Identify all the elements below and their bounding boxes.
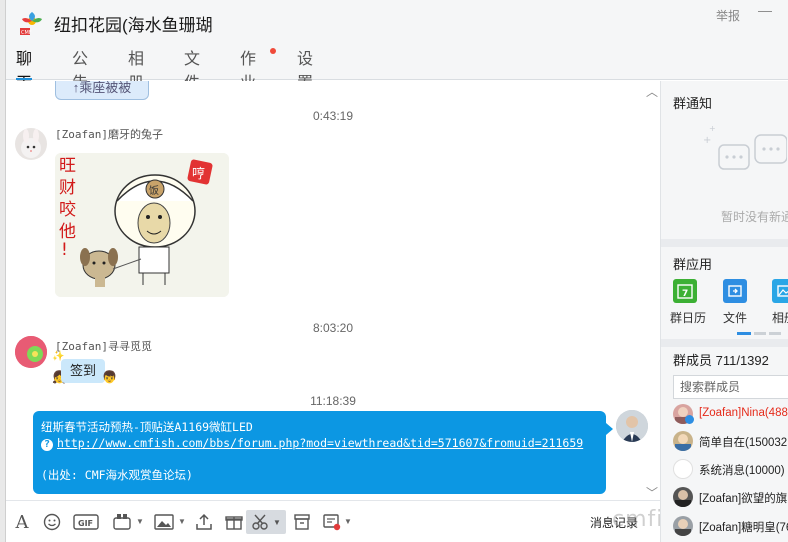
sticker-text-5: !	[61, 240, 68, 260]
bubble-tail	[606, 423, 613, 435]
calendar-icon: 7	[673, 279, 697, 303]
avatar[interactable]	[15, 128, 47, 160]
message-time: 11:18:39	[310, 394, 356, 408]
avatar	[673, 459, 693, 479]
meme-sticker-icon: 旺 财 咬 他 ! 饭 哼	[55, 153, 229, 297]
owner-badge-icon	[685, 415, 694, 424]
member-row[interactable]: [Zoafan]欲望的旗	[673, 487, 788, 509]
tab-announcement[interactable]: 公告	[72, 48, 88, 92]
member-name: 简单自在(150032	[699, 437, 788, 449]
tab-album[interactable]: 相册	[128, 48, 144, 92]
avatar	[673, 431, 693, 451]
app-files[interactable]: 文件	[720, 279, 750, 326]
divider	[661, 339, 788, 347]
upload-icon[interactable]	[192, 510, 216, 534]
previous-message-bubble: ↑乘座被被	[55, 81, 149, 100]
tab-chat[interactable]: 聊天	[16, 48, 33, 92]
tab-files[interactable]: 文件	[184, 48, 200, 92]
message-source: (出处: CMF海水观赏鱼论坛)	[41, 468, 193, 482]
tab-settings[interactable]: 设置▼	[297, 48, 313, 113]
avatar	[673, 516, 693, 536]
avatar	[673, 487, 693, 507]
svg-text:哼: 哼	[192, 166, 205, 182]
member-row[interactable]: [Zoafan]糖明皇(76	[673, 516, 788, 538]
minimize-button[interactable]: —	[758, 2, 772, 18]
svg-text:CMF: CMF	[21, 30, 32, 36]
group-logo-icon: CMF	[20, 12, 42, 36]
notice-title: 群通知	[673, 96, 713, 111]
group-title: 纽扣花园(海水鱼珊瑚	[54, 16, 213, 35]
message-link[interactable]: http://www.cmfish.com/bbs/forum.php?mod=…	[57, 436, 583, 450]
svg-text:7: 7	[682, 289, 688, 299]
rabbit-avatar-icon	[21, 129, 41, 158]
boy-emoji-icon: 👦	[102, 370, 117, 384]
gift-game-icon[interactable]	[110, 510, 134, 534]
member-row[interactable]: 系统消息(10000)	[673, 459, 788, 481]
message-time: 8:03:20	[312, 321, 354, 335]
sender-name: [Zoafan]磨牙的兔子	[55, 128, 163, 141]
archive-icon[interactable]	[290, 510, 314, 534]
chat-messages[interactable]: ↑乘座被被 ︿ 0:43:19 [Zoafan]磨牙的兔子 旺 财 咬 他 ! …	[6, 81, 660, 500]
svg-text:+: +	[709, 124, 716, 133]
report-button[interactable]: 举报	[716, 7, 740, 24]
sticker-text-1: 旺	[59, 156, 76, 176]
app-page-indicator	[737, 332, 781, 335]
folder-icon	[723, 279, 747, 303]
tab-homework[interactable]: 作业	[240, 48, 276, 92]
member-name: [Zoafan]糖明皇(76	[699, 522, 788, 534]
member-search-input[interactable]: 搜索群成员	[673, 375, 788, 399]
member-row[interactable]: 简单自在(150032	[673, 431, 788, 453]
image-icon[interactable]	[152, 510, 176, 534]
notification-dot	[270, 48, 276, 54]
chevron-down-icon[interactable]: ﹀	[646, 484, 658, 500]
sticker-text-3: 咬	[59, 200, 76, 220]
gift-icon[interactable]	[222, 510, 246, 534]
gif-icon[interactable]: GIF	[72, 510, 100, 534]
divider	[661, 239, 788, 247]
avatar[interactable]	[15, 336, 47, 368]
svg-text:GIF: GIF	[78, 519, 93, 528]
input-toolbar: A GIF ▼ ▼ ▼ ▼ 消息记录 cmfish	[6, 500, 690, 542]
my-avatar[interactable]	[616, 410, 648, 442]
sender-name: [Zoafan]寻寻觅觅	[55, 340, 152, 353]
app-label: 文件	[722, 311, 747, 325]
checkin-bubble: 签到	[61, 359, 105, 383]
message-time: 0:43:19	[312, 109, 354, 123]
emoji-icon[interactable]	[40, 510, 64, 534]
empty-notice-illustration-icon: + +	[703, 124, 787, 170]
font-icon[interactable]: A	[10, 510, 34, 534]
sticker-text-4: 他	[59, 222, 76, 242]
chevron-up-icon[interactable]: ︿	[646, 83, 658, 100]
member-row[interactable]: [Zoafan]Nina(4880	[673, 404, 788, 426]
screenshot-scissors-icon[interactable]: ▼	[246, 510, 286, 534]
svg-text:+: +	[703, 135, 711, 146]
chevron-down-icon[interactable]: ▼	[136, 517, 144, 526]
sticker-text-2: 财	[59, 178, 76, 198]
question-icon: ?	[41, 439, 53, 451]
svg-text:饭: 饭	[149, 185, 159, 197]
message-line: 纽斯春节活动预热-顶贴送A1169微缸LED	[41, 420, 253, 434]
person-avatar-icon	[616, 410, 648, 442]
member-name: [Zoafan]欲望的旗	[699, 493, 788, 505]
my-message-bubble: 纽斯春节活动预热-顶贴送A1169微缸LED ? http://www.cmfis…	[33, 411, 606, 494]
member-name: 系统消息(10000)	[699, 465, 785, 477]
chevron-down-icon[interactable]: ▼	[344, 517, 352, 526]
red-packet-icon[interactable]	[320, 510, 344, 534]
notice-empty-text: 暂时没有新通	[721, 210, 788, 224]
right-panel: 群通知 + + 暂时没有新通 群应用 7 群日历 文件 相册 群成员 711/1…	[660, 81, 788, 542]
app-label: 群日历	[670, 311, 707, 325]
app-calendar[interactable]: 7 群日历	[670, 279, 707, 326]
members-title: 群成员 711/1392	[673, 353, 769, 368]
photo-icon	[772, 279, 788, 303]
sticker-image[interactable]: 旺 财 咬 他 ! 饭 哼	[55, 153, 229, 297]
app-label: 相册	[771, 311, 788, 325]
flower-avatar-icon	[15, 336, 47, 368]
member-name: [Zoafan]Nina(4880	[699, 407, 788, 419]
apps-title: 群应用	[673, 257, 713, 272]
chevron-down-icon[interactable]: ▼	[178, 517, 186, 526]
window-header: CMF 纽扣花园(海水鱼珊瑚 举报 — 聊天 公告 相册 文件 作业 设置▼	[6, 0, 788, 113]
app-album[interactable]: 相册	[769, 279, 788, 326]
